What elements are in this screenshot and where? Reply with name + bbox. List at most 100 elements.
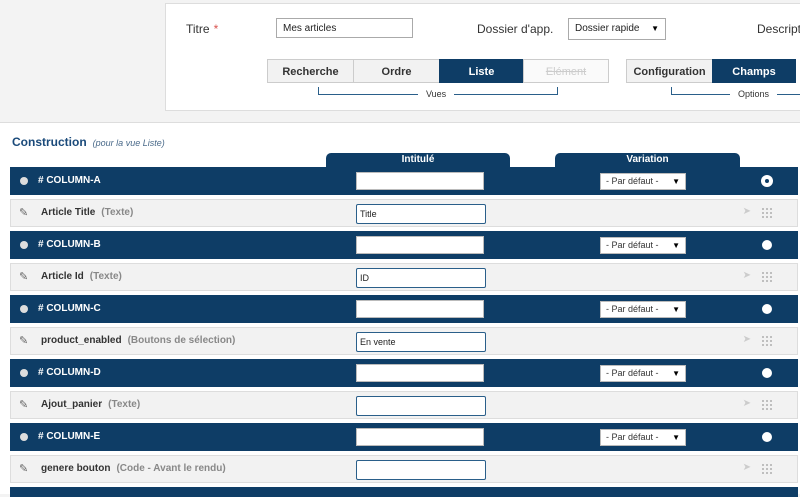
intitule-input[interactable]: ID [356, 268, 486, 288]
field-row: ✎ Article Id (Texte) ID ➤ [10, 263, 798, 291]
options-group-label: Options [730, 89, 778, 99]
intitule-input[interactable] [356, 236, 484, 254]
column-row: # COLUMN-D - Par défaut - ▼ [10, 359, 798, 387]
column-radio[interactable] [762, 368, 772, 378]
required-mark: * [213, 22, 219, 36]
move-arrow-icon[interactable]: ➤ [743, 270, 751, 281]
field-name: Ajout_panier (Texte) [41, 399, 141, 410]
vues-group-label: Vues [418, 89, 455, 99]
field-type: (Texte) [89, 271, 122, 282]
move-arrow-icon[interactable]: ➤ [743, 398, 751, 409]
intitule-column-header: Intitulé [326, 153, 510, 167]
column-radio[interactable] [762, 240, 772, 250]
chevron-down-icon: ▼ [651, 24, 659, 33]
intitule-input[interactable]: En vente [356, 332, 486, 352]
variation-select[interactable]: - Par défaut - ▼ [600, 173, 686, 190]
pencil-icon[interactable]: ✎ [19, 270, 28, 283]
chevron-down-icon: ▼ [672, 241, 680, 250]
tab-recherche[interactable]: Recherche [267, 59, 353, 83]
construction-heading: Construction (pour la vue Liste) [12, 135, 165, 149]
tab-element: Elément [523, 59, 609, 83]
pencil-icon[interactable]: ✎ [19, 398, 28, 411]
column-row: # COLUMN-C - Par défaut - ▼ [10, 295, 798, 323]
intitule-input[interactable]: Title [356, 204, 486, 224]
titre-input[interactable]: Mes articles [276, 18, 413, 38]
variation-select-value: - Par défaut - [606, 176, 659, 186]
field-row: ✎ genere bouton (Code - Avant le rendu) ➤ [10, 455, 798, 483]
column-row-partial [10, 487, 798, 497]
description-label: Descript [757, 22, 800, 36]
move-arrow-icon[interactable]: ➤ [743, 206, 751, 217]
column-name: # COLUMN-E [38, 431, 101, 442]
column-row: # COLUMN-E - Par défaut - ▼ [10, 423, 798, 451]
column-name: # COLUMN-A [38, 175, 101, 186]
column-row: # COLUMN-B - Par défaut - ▼ [10, 231, 798, 259]
bullet-icon [20, 433, 28, 441]
field-row: ✎ Ajout_panier (Texte) ➤ [10, 391, 798, 419]
field-row: ✎ product_enabled (Boutons de sélection) En… [10, 327, 798, 355]
variation-select-value: - Par défaut - [606, 304, 659, 314]
tab-liste[interactable]: Liste [439, 59, 523, 83]
construction-subtitle: (pour la vue Liste) [92, 138, 165, 148]
bullet-icon [20, 305, 28, 313]
field-name: product_enabled (Boutons de sélection) [41, 335, 236, 346]
intitule-input[interactable] [356, 460, 486, 480]
column-name: # COLUMN-B [38, 239, 101, 250]
options-tabs: Configuration Champs [626, 59, 796, 83]
variation-select-value: - Par défaut - [606, 240, 659, 250]
chevron-down-icon: ▼ [672, 177, 680, 186]
intitule-input[interactable] [356, 428, 484, 446]
bullet-icon [20, 241, 28, 249]
variation-select-value: - Par défaut - [606, 432, 659, 442]
column-name: # COLUMN-C [38, 303, 101, 314]
intitule-input[interactable] [356, 396, 486, 416]
titre-label: Titre * [186, 22, 219, 36]
column-radio[interactable] [762, 432, 772, 442]
dossier-select[interactable]: Dossier rapide ▼ [568, 18, 666, 40]
pencil-icon[interactable]: ✎ [19, 206, 28, 219]
column-row: # COLUMN-A - Par défaut - ▼ [10, 167, 798, 195]
field-type: (Texte) [101, 207, 134, 218]
variation-select[interactable]: - Par défaut - ▼ [600, 429, 686, 446]
bullet-icon [20, 177, 28, 185]
drag-grip-icon[interactable] [761, 335, 773, 347]
drag-grip-icon[interactable] [761, 463, 773, 475]
variation-select[interactable]: - Par défaut - ▼ [600, 301, 686, 318]
tab-champs[interactable]: Champs [712, 59, 796, 83]
field-type: (Code - Avant le rendu) [116, 463, 226, 474]
construction-panel: Construction (pour la vue Liste) Intitulé… [0, 122, 800, 497]
tab-configuration[interactable]: Configuration [626, 59, 712, 83]
intitule-input[interactable] [356, 172, 484, 190]
drag-grip-icon[interactable] [761, 399, 773, 411]
vues-tabs: Recherche Ordre Liste Elément [267, 59, 609, 83]
field-name: Article Title (Texte) [41, 207, 134, 218]
pencil-icon[interactable]: ✎ [19, 334, 28, 347]
field-row: ✎ Article Title (Texte) Title ➤ [10, 199, 798, 227]
column-radio[interactable] [762, 176, 772, 186]
variation-select-value: - Par défaut - [606, 368, 659, 378]
dossier-label: Dossier d'app. [477, 22, 554, 36]
variation-select[interactable]: - Par défaut - ▼ [600, 365, 686, 382]
column-radio[interactable] [762, 304, 772, 314]
chevron-down-icon: ▼ [672, 369, 680, 378]
variation-select[interactable]: - Par défaut - ▼ [600, 237, 686, 254]
field-name: genere bouton (Code - Avant le rendu) [41, 463, 226, 474]
view-settings-panel: Titre * Mes articles Dossier d'app. Dossi… [165, 3, 800, 111]
pencil-icon[interactable]: ✎ [19, 462, 28, 475]
field-name: Article Id (Texte) [41, 271, 122, 282]
column-name: # COLUMN-D [38, 367, 101, 378]
variation-column-header: Variation [555, 153, 740, 167]
chevron-down-icon: ▼ [672, 433, 680, 442]
intitule-input[interactable] [356, 300, 484, 318]
chevron-down-icon: ▼ [672, 305, 680, 314]
field-type: (Texte) [108, 399, 141, 410]
drag-grip-icon[interactable] [761, 207, 773, 219]
tab-ordre[interactable]: Ordre [353, 59, 439, 83]
intitule-input[interactable] [356, 364, 484, 382]
move-arrow-icon[interactable]: ➤ [743, 334, 751, 345]
move-arrow-icon[interactable]: ➤ [743, 462, 751, 473]
field-type: (Boutons de sélection) [127, 335, 236, 346]
dossier-select-value: Dossier rapide [575, 23, 640, 34]
bullet-icon [20, 369, 28, 377]
drag-grip-icon[interactable] [761, 271, 773, 283]
